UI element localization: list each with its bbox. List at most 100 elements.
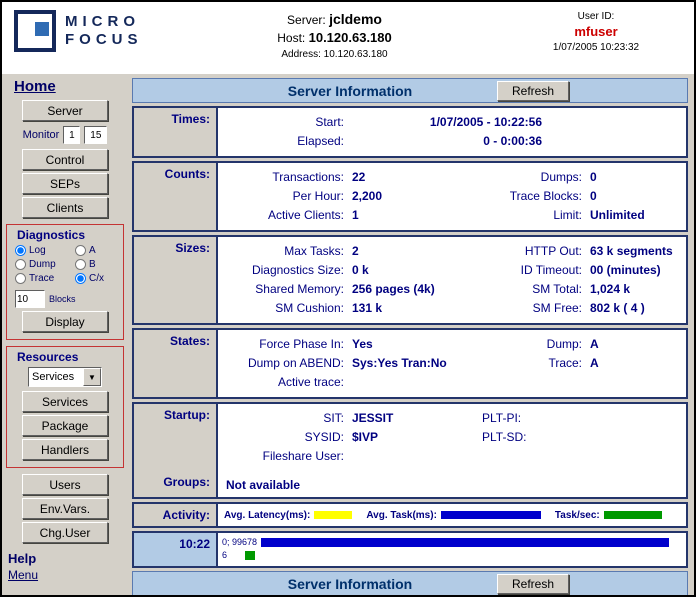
blocks-row: Blocks [9, 290, 121, 308]
groups-label: Groups: [163, 475, 210, 489]
field-label: Dump on ABEND: [226, 354, 344, 373]
monitor-count-input[interactable] [84, 126, 107, 144]
activity-label: Activity: [163, 508, 210, 522]
task-bar [441, 511, 541, 519]
activity-detail-value2: 6 [222, 550, 227, 560]
field-label: Active Clients: [226, 206, 344, 225]
micro-focus-logo: MICRO FOCUS [14, 10, 143, 52]
display-button[interactable]: Display [22, 311, 108, 332]
resources-title: Resources [9, 350, 121, 364]
field-value: 00 (minutes) [590, 261, 678, 280]
page-header: MICRO FOCUS Server: jcldemo Host: 10.120… [2, 2, 694, 74]
counts-row-label: Counts: [134, 163, 218, 230]
refresh-button-bottom[interactable]: Refresh [497, 574, 569, 594]
latency-bar [314, 511, 352, 519]
field-value [590, 373, 678, 392]
field-label: Max Tasks: [226, 242, 344, 261]
activity-detail-line2: 6 [222, 550, 682, 560]
help-label: Help [2, 551, 128, 566]
host-line: Host: 10.120.63.180 [227, 30, 442, 45]
sizes-row-label: Sizes: [134, 237, 218, 323]
users-button[interactable]: Users [22, 474, 108, 495]
content-area: Home Server Monitor Control SEPs Clients… [2, 74, 694, 595]
field-value: 22 [352, 168, 474, 187]
package-button[interactable]: Package [22, 415, 108, 436]
field-value: 1,024 k [590, 280, 678, 299]
radio-a-item: A [75, 245, 119, 256]
server-button[interactable]: Server [22, 100, 108, 121]
control-button[interactable]: Control [22, 149, 108, 170]
times-label: Times: [172, 112, 210, 126]
times-section: Times: Start: 1/07/2005 - 10:22:56 Elaps… [132, 106, 688, 158]
address-value: 10.120.63.180 [324, 49, 388, 60]
server-name: jcldemo [329, 11, 382, 27]
home-link[interactable]: Home [14, 78, 56, 95]
field-value: 2,200 [352, 187, 474, 206]
sizes-section: Sizes: Max Tasks: 2 HTTP Out: 63 k segme… [132, 235, 688, 325]
blocks-input[interactable] [15, 290, 45, 308]
user-id-label: User ID: [526, 11, 666, 22]
monitor-interval-input[interactable] [63, 126, 80, 144]
services-button[interactable]: Services [22, 391, 108, 412]
field-value: Sys:Yes Tran:No [352, 354, 474, 373]
states-content: Force Phase In: Yes Dump: A Dump on ABEN… [218, 330, 686, 397]
host-value: 10.120.63.180 [309, 30, 392, 45]
field-label: Shared Memory: [226, 280, 344, 299]
clients-button[interactable]: Clients [22, 197, 108, 218]
activity-time-label: 10:22 [134, 533, 218, 566]
user-id-value: mfuser [526, 24, 666, 39]
radio-cx-label: C/x [89, 273, 104, 284]
field-label: Diagnostics Size: [226, 261, 344, 280]
field-label: Limit: [482, 206, 582, 225]
chg-user-button[interactable]: Chg.User [22, 522, 108, 543]
startup-label: Startup: [164, 408, 210, 422]
page-title: Server Information [163, 83, 537, 99]
field-value: JESSIT [352, 409, 474, 428]
field-value: 131 k [352, 299, 474, 318]
radio-trace-item: Trace [15, 273, 75, 284]
radio-a[interactable] [75, 245, 86, 256]
counts-grid: Transactions: 22 Dumps: 0 Per Hour: 2,20… [226, 168, 678, 225]
top-title-bar: Server Information Refresh [132, 78, 688, 103]
radio-dump-label: Dump [29, 259, 56, 270]
sizes-label: Sizes: [175, 241, 210, 255]
handlers-button[interactable]: Handlers [22, 439, 108, 460]
radio-log-item: Log [15, 245, 75, 256]
field-value: Unlimited [590, 206, 678, 225]
field-label: Trace: [482, 354, 582, 373]
seps-button[interactable]: SEPs [22, 173, 108, 194]
sizes-content: Max Tasks: 2 HTTP Out: 63 k segments Dia… [218, 237, 686, 323]
field-label: HTTP Out: [482, 242, 582, 261]
field-value [352, 447, 474, 466]
field-value: $IVP [352, 428, 474, 447]
activity-detail-section: 10:22 0; 99678 6 [132, 531, 688, 568]
field-label: SIT: [226, 409, 344, 428]
host-label: Host: [277, 31, 305, 45]
startup-grid: SIT: JESSIT PLT-PI: SYSID: $IVP PLT-SD: … [226, 409, 678, 466]
field-value: 802 k ( 4 ) [590, 299, 678, 318]
field-value: 0 [590, 168, 678, 187]
activity-detail-content: 0; 99678 6 [218, 533, 686, 566]
refresh-button-top[interactable]: Refresh [497, 81, 569, 101]
field-label [482, 373, 582, 392]
radio-cx[interactable] [75, 273, 86, 284]
field-value: Yes [352, 335, 474, 354]
resources-select[interactable]: Services ▼ [28, 367, 102, 387]
chevron-down-icon[interactable]: ▼ [83, 368, 101, 386]
radio-dump[interactable] [15, 259, 26, 270]
bottom-title-bar: Server Information Refresh [132, 571, 688, 595]
diagnostics-group: Diagnostics Log A Dump B [6, 224, 124, 340]
activity-task-bar [261, 538, 669, 547]
states-section: States: Force Phase In: Yes Dump: A Dump… [132, 328, 688, 399]
field-value: A [590, 335, 678, 354]
radio-trace-label: Trace [29, 273, 54, 284]
radio-trace[interactable] [15, 273, 26, 284]
field-value [590, 428, 678, 447]
menu-link[interactable]: Menu [2, 568, 38, 582]
user-info-block: User ID: mfuser 1/07/2005 10:23:32 [526, 11, 666, 53]
server-info-block: Server: jcldemo Host: 10.120.63.180 Addr… [227, 11, 442, 60]
radio-log[interactable] [15, 245, 26, 256]
sizes-grid: Max Tasks: 2 HTTP Out: 63 k segments Dia… [226, 242, 678, 318]
radio-b[interactable] [75, 259, 86, 270]
env-vars-button[interactable]: Env.Vars. [22, 498, 108, 519]
